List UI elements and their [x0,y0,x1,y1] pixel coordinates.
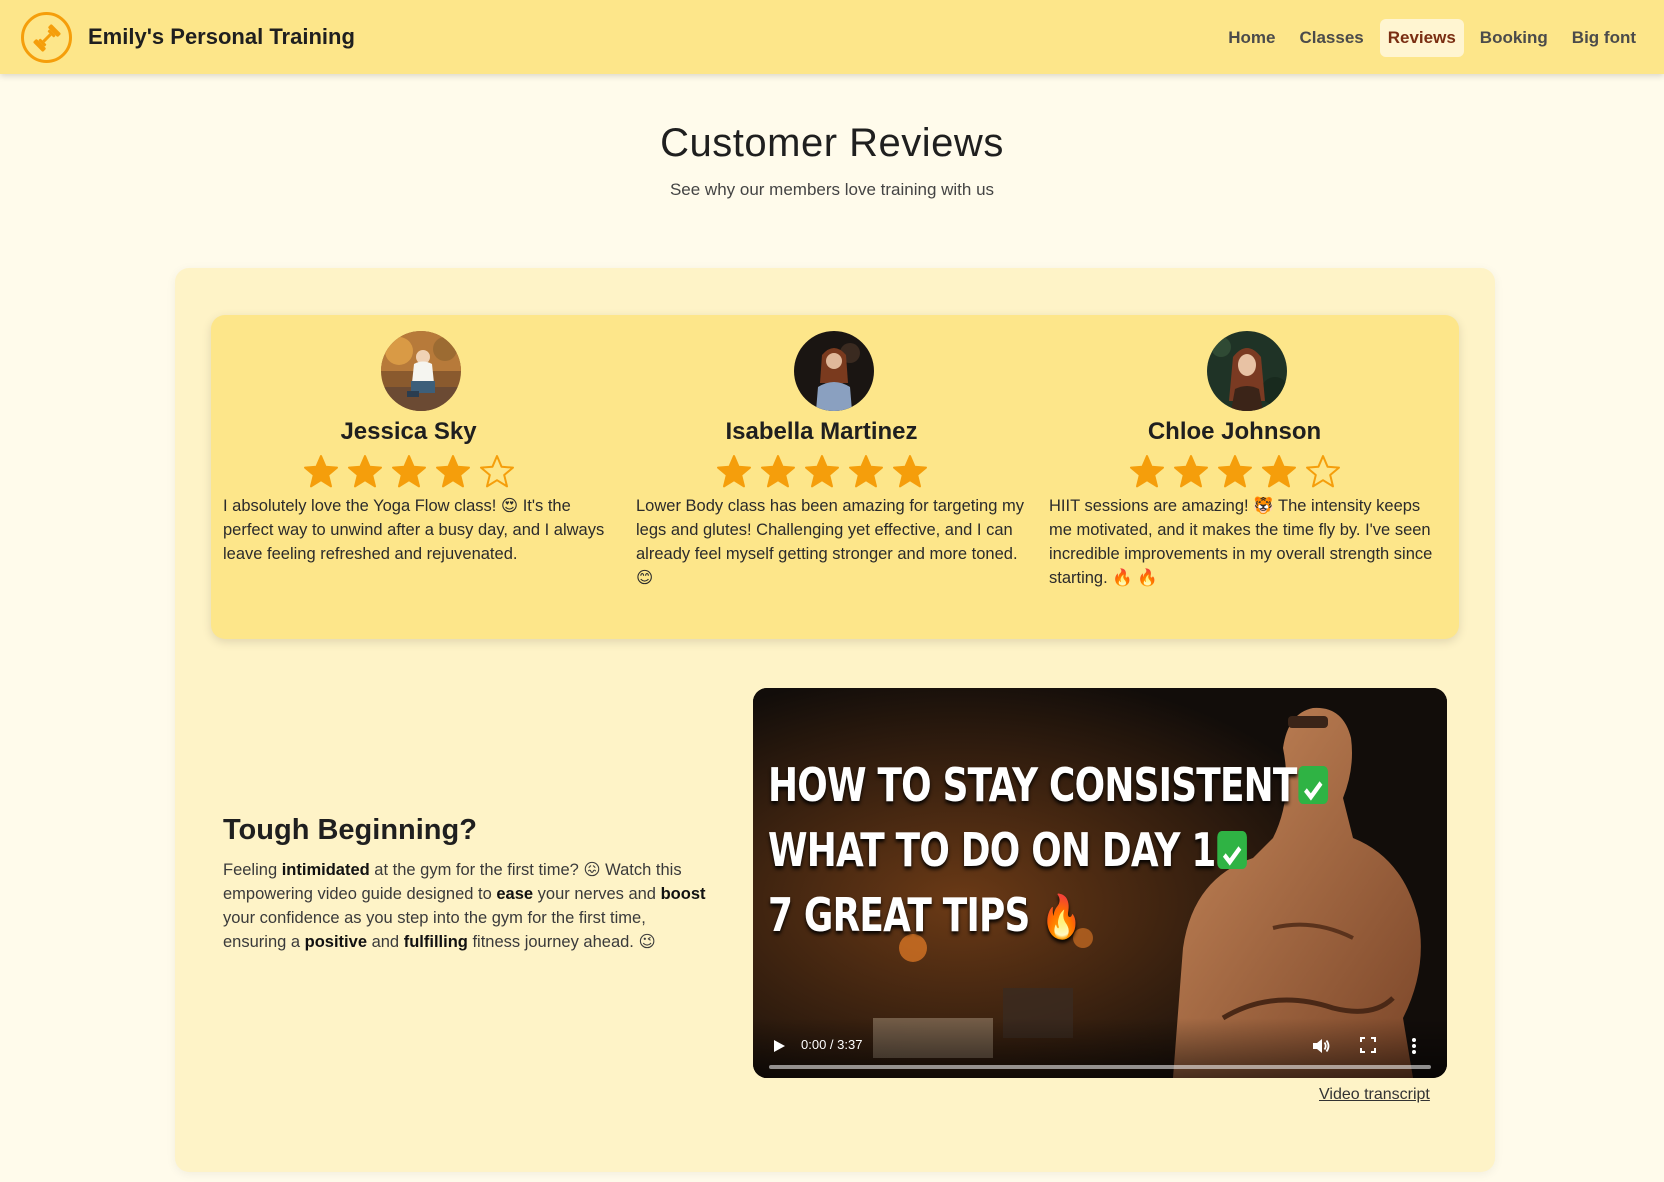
star-rating [1037,454,1432,490]
emphasis-text: intimidated [281,861,370,879]
avatar [794,331,874,411]
text-run: your nerves and [533,885,661,903]
video-headline: WHAT TO DO ON DAY 1 [768,823,1247,877]
video-controls: 0:00 / 3:37 [753,1018,1447,1078]
star-filled-icon [303,455,338,488]
dumbbell-logo-icon[interactable] [21,12,72,63]
star-empty-icon [479,455,514,488]
reviewer-name: Jessica Sky [340,418,477,445]
review-text: I absolutely love the Yoga Flow class! 😍… [223,497,605,563]
review-card: Jessica Sky I absolutely love the Yoga F… [211,315,606,639]
review-text: HIIT sessions are amazing! 🐯 The intensi… [1049,497,1433,587]
more-options-icon[interactable] [1405,1036,1423,1056]
emphasis-text: positive [304,933,367,951]
tough-beginning-text: Feeling intimidated at the gym for the f… [223,858,708,954]
avatar [1207,331,1287,411]
reviewer-name: Chloe Johnson [1147,418,1322,445]
video-headline: HOW TO STAY CONSISTENT [768,758,1328,812]
star-empty-icon [1305,455,1340,488]
nav-link-reviews[interactable]: Reviews [1379,19,1464,57]
video-transcript-link[interactable]: Video transcript [1319,1086,1430,1104]
reviews-section-card: Jessica Sky I absolutely love the Yoga F… [175,268,1495,1172]
nav-link-classes[interactable]: Classes [1291,19,1371,57]
nav-link-booking[interactable]: Booking [1472,19,1556,57]
star-filled-icon [892,455,927,488]
emphasis-text: fulfilling [403,933,468,951]
volume-icon[interactable] [1311,1036,1331,1056]
avatar [381,331,461,411]
star-rating [211,454,606,490]
reviewer-name: Isabella Martinez [725,418,918,445]
page-subtitle: See why our members love training with u… [669,180,995,199]
check-icon [1298,765,1328,804]
star-filled-icon [435,455,470,488]
play-icon[interactable] [771,1038,787,1054]
fire-icon: 🔥 [1041,892,1082,941]
star-filled-icon [1217,455,1252,488]
navbar: Emily's Personal Training Home Classes Rev… [0,0,1664,74]
nav-link-big-font[interactable]: Big font [1564,19,1644,57]
video-progress-bar[interactable] [769,1065,1431,1069]
text-run: fitness journey ahead. 😉 [467,933,656,951]
star-filled-icon [716,455,751,488]
check-icon [1217,830,1247,869]
review-card: Isabella Martinez Lower Body class has b… [624,315,1024,639]
star-filled-icon [1129,455,1164,488]
page-title: Customer Reviews [660,121,1004,165]
tough-beginning-title: Tough Beginning? [223,814,477,846]
nav-link-home[interactable]: Home [1220,19,1283,57]
star-filled-icon [391,455,426,488]
video-headline: 7 GREAT TIPS 🔥 [768,888,1082,942]
nav-links: Home Classes Reviews Booking Big font [1220,18,1644,58]
star-filled-icon [848,455,883,488]
brand-name[interactable]: Emily's Personal Training [88,24,355,50]
emphasis-text: ease [496,885,534,903]
fullscreen-icon[interactable] [1359,1036,1377,1054]
review-text: Lower Body class has been amazing for ta… [636,497,1024,587]
emphasis-text: boost [660,885,706,903]
video-time: 0:00 / 3:37 [801,1037,863,1052]
text-run: Feeling [223,861,282,879]
star-filled-icon [1261,455,1296,488]
review-card: Chloe Johnson HIIT sessions are amazing!… [1037,315,1432,639]
star-filled-icon [1173,455,1208,488]
video-player[interactable]: HOW TO STAY CONSISTENT WHAT TO DO ON DAY… [753,688,1447,1078]
star-rating [624,454,1019,490]
text-run: and [367,933,404,951]
star-filled-icon [347,455,382,488]
star-filled-icon [760,455,795,488]
star-filled-icon [804,455,839,488]
reviews-panel: Jessica Sky I absolutely love the Yoga F… [211,315,1459,639]
